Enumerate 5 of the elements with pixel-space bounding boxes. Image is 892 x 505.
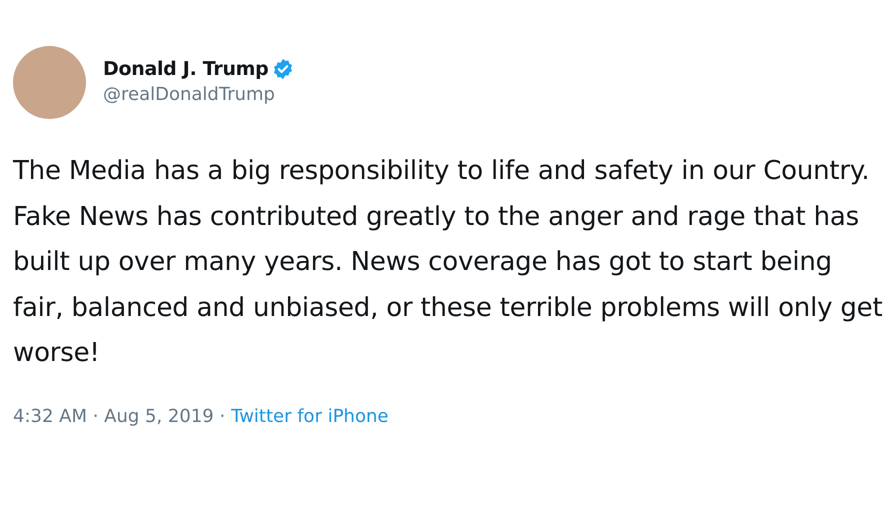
tweet-text: The Media has a big responsibility to life and safety in our Country. Fake News has contributed greatly to the anger and rage that has built up over many years. News coverage has got to start being fair, balanced and unbiased, or these terrible problems will only get worse!: [13, 155, 883, 370]
timestamp: 4:32 AM · Aug 5, 2019 ·: [13, 406, 226, 426]
author-handle[interactable]: @realDonaldTrump: [103, 84, 294, 105]
source-link[interactable]: Twitter for iPhone: [231, 406, 388, 426]
author-name[interactable]: Donald J. Trump: [103, 58, 268, 80]
